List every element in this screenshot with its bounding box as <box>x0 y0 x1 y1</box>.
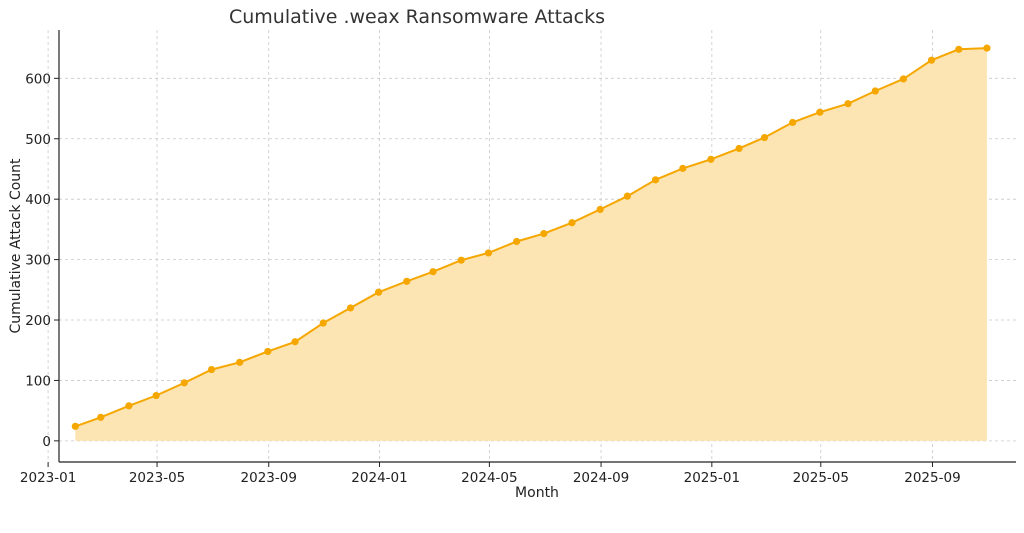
data-point <box>429 268 437 276</box>
data-point <box>568 219 576 227</box>
x-tick-label: 2024-01 <box>351 470 407 486</box>
y-tick-label: 200 <box>25 313 51 329</box>
area-fill <box>75 48 987 441</box>
chart: 2023-01 2023-05 2023-09 2024-01 2024-05 2024-… <box>8 6 1016 501</box>
data-point <box>375 288 383 296</box>
data-point <box>152 391 160 400</box>
data-point <box>346 304 355 312</box>
data-point <box>871 87 879 95</box>
data-point <box>540 230 548 238</box>
y-tick-label: 0 <box>42 434 51 450</box>
y-tick-label: 600 <box>25 71 51 87</box>
x-tick-label: 2023-01 <box>20 470 76 486</box>
data-point <box>983 44 991 52</box>
x-axis-ticks: 2023-01 2023-05 2023-09 2024-01 2024-05 2024-… <box>20 462 961 486</box>
data-point <box>457 256 465 264</box>
data-point <box>844 100 852 108</box>
data-point <box>291 338 299 346</box>
x-tick-label: 2024-09 <box>573 470 629 486</box>
data-point <box>899 75 908 83</box>
x-tick-label: 2023-09 <box>241 470 297 486</box>
data-point <box>403 277 411 285</box>
y-tick-label: 100 <box>25 373 51 389</box>
data-point <box>319 319 327 327</box>
x-tick-label: 2023-05 <box>129 470 185 486</box>
x-tick-label: 2025-05 <box>793 470 849 486</box>
x-tick-label: 2025-01 <box>684 470 740 486</box>
y-tick-label: 300 <box>25 253 51 269</box>
data-point <box>735 144 743 153</box>
data-point <box>71 422 79 430</box>
data-point <box>484 249 493 257</box>
data-point <box>97 413 105 421</box>
data-point <box>679 164 687 172</box>
data-point <box>927 56 936 64</box>
data-point <box>207 365 216 374</box>
data-point <box>816 108 824 116</box>
data-point <box>623 192 631 200</box>
y-axis-ticks: 0 100 200 300 400 500 600 <box>25 71 59 450</box>
data-point <box>789 118 797 127</box>
x-axis-label: Month <box>515 485 559 501</box>
data-point <box>264 347 272 356</box>
data-point <box>760 133 769 142</box>
data-point <box>125 402 133 410</box>
x-tick-label: 2025-09 <box>904 470 960 486</box>
data-point <box>955 45 963 53</box>
data-point <box>651 176 660 184</box>
y-tick-label: 500 <box>25 132 51 148</box>
data-point <box>707 155 715 163</box>
y-tick-label: 400 <box>25 192 51 208</box>
data-point <box>596 205 604 214</box>
data-point <box>180 379 188 387</box>
y-axis-label: Cumulative Attack Count <box>8 158 24 334</box>
data-point <box>513 237 521 246</box>
data-point <box>236 358 244 366</box>
chart-title: Cumulative .weax Ransomware Attacks <box>229 6 605 28</box>
x-tick-label: 2024-05 <box>461 470 517 486</box>
